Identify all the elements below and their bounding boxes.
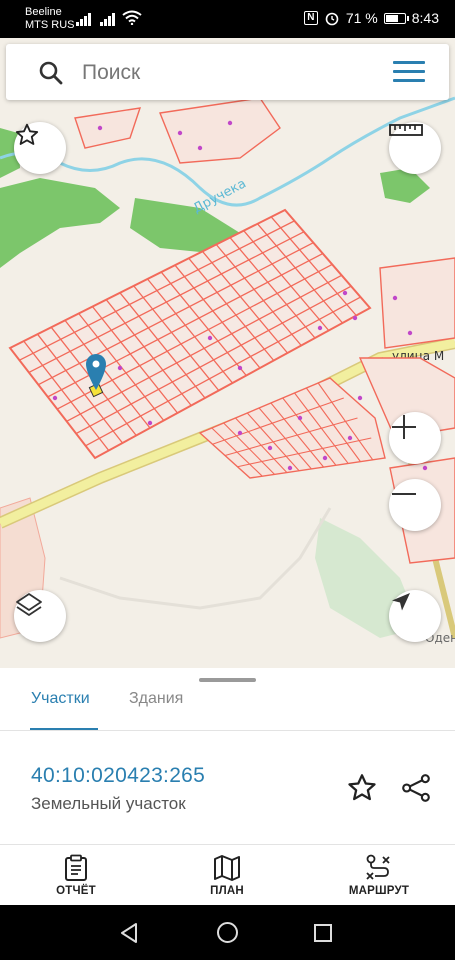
building-dot — [342, 290, 348, 296]
bottom-sheet[interactable]: Участки Здания 40:10:020423:265 Земельны… — [0, 668, 455, 844]
divider — [0, 730, 455, 731]
search-icon[interactable] — [38, 60, 64, 86]
alarm-icon — [325, 12, 339, 26]
nav-route[interactable]: МАРШРУТ — [324, 845, 434, 906]
building-dot — [267, 445, 273, 451]
map-plan-icon — [214, 855, 240, 881]
route-icon — [366, 854, 390, 880]
layers-button[interactable] — [14, 590, 66, 642]
building-dot — [317, 325, 323, 331]
building-dot — [237, 430, 243, 436]
battery-icon — [383, 12, 409, 24]
status-right-group: N 71 % 8:43 — [303, 10, 439, 26]
building-dot — [297, 415, 303, 421]
building-dot — [147, 420, 153, 426]
building-dot — [407, 330, 413, 336]
nav-plan[interactable]: ПЛАН — [172, 845, 282, 906]
bottom-navigation: ОТЧЁТ ПЛАН МАРШРУТ — [0, 844, 455, 905]
share-icon[interactable] — [400, 772, 432, 804]
report-icon — [65, 854, 87, 881]
building-dot — [207, 335, 213, 341]
clock: 8:43 — [411, 10, 439, 26]
building-dot — [52, 395, 58, 401]
cadastral-number[interactable]: 40:10:020423:265 — [31, 764, 205, 788]
parcel-block-south[interactable] — [198, 377, 386, 479]
add-favorite-star-icon[interactable] — [346, 772, 378, 804]
status-bar: Beeline MTS RUS N 71 % 8:43 — [0, 0, 455, 38]
wifi-icon — [122, 10, 142, 25]
tab-parcels[interactable]: Участки — [31, 690, 90, 708]
zoom-in-button[interactable] — [389, 412, 441, 464]
river-label: Дручека — [191, 176, 249, 216]
building-dot — [237, 365, 243, 371]
building-dot — [422, 465, 428, 471]
tab-buildings[interactable]: Здания — [129, 690, 183, 708]
nav-route-label: МАРШРУТ — [348, 885, 410, 897]
building-dot — [357, 395, 363, 401]
signal-1-icon — [76, 13, 91, 26]
tabs: Участки Здания — [0, 686, 455, 732]
parcel-type: Земельный участок — [31, 794, 186, 813]
nav-report[interactable]: ОТЧЁТ — [21, 845, 131, 906]
path-line — [59, 507, 332, 610]
signal-2-icon — [100, 13, 115, 26]
system-navigation-bar — [0, 905, 455, 960]
layers-icon — [16, 593, 42, 616]
forest-area — [380, 168, 430, 203]
search-input[interactable] — [82, 58, 362, 88]
plus-icon — [392, 415, 416, 439]
ruler-button[interactable] — [389, 122, 441, 174]
battery-percent: 71 % — [345, 10, 378, 26]
building-dot — [117, 365, 123, 371]
my-location-button[interactable] — [389, 590, 441, 642]
building-dot — [177, 130, 183, 136]
star-icon — [15, 123, 39, 145]
building-dot — [322, 455, 328, 461]
sheet-drag-handle[interactable] — [199, 678, 256, 682]
building-dot — [392, 295, 398, 301]
ruler-icon — [389, 124, 423, 136]
recent-apps-icon[interactable] — [313, 923, 333, 943]
building-dot — [197, 145, 203, 151]
search-bar[interactable] — [6, 44, 449, 100]
building-dot — [347, 435, 353, 441]
map-view[interactable]: Дручека улица М Оден — [0, 38, 455, 668]
home-icon[interactable] — [216, 921, 239, 944]
carrier-line-2: MTS RUS — [25, 19, 75, 31]
zoom-out-button[interactable] — [389, 479, 441, 531]
menu-icon[interactable] — [393, 61, 425, 83]
nav-plan-label: ПЛАН — [210, 885, 244, 897]
building-dot — [227, 120, 233, 126]
building-dot — [97, 125, 103, 131]
forest-area — [0, 178, 120, 268]
nav-report-label: ОТЧЁТ — [56, 885, 96, 897]
map-canvas[interactable]: Дручека улица М Оден — [0, 38, 455, 668]
navigation-arrow-icon — [392, 593, 410, 611]
carrier-info: Beeline MTS RUS — [25, 6, 75, 32]
back-icon[interactable] — [118, 922, 140, 944]
building-dot — [287, 465, 293, 471]
carrier-line-1: Beeline — [25, 6, 62, 18]
minus-icon — [392, 493, 416, 495]
nfc-icon: N — [303, 11, 318, 25]
favorites-button[interactable] — [14, 122, 66, 174]
building-dot — [352, 315, 358, 321]
